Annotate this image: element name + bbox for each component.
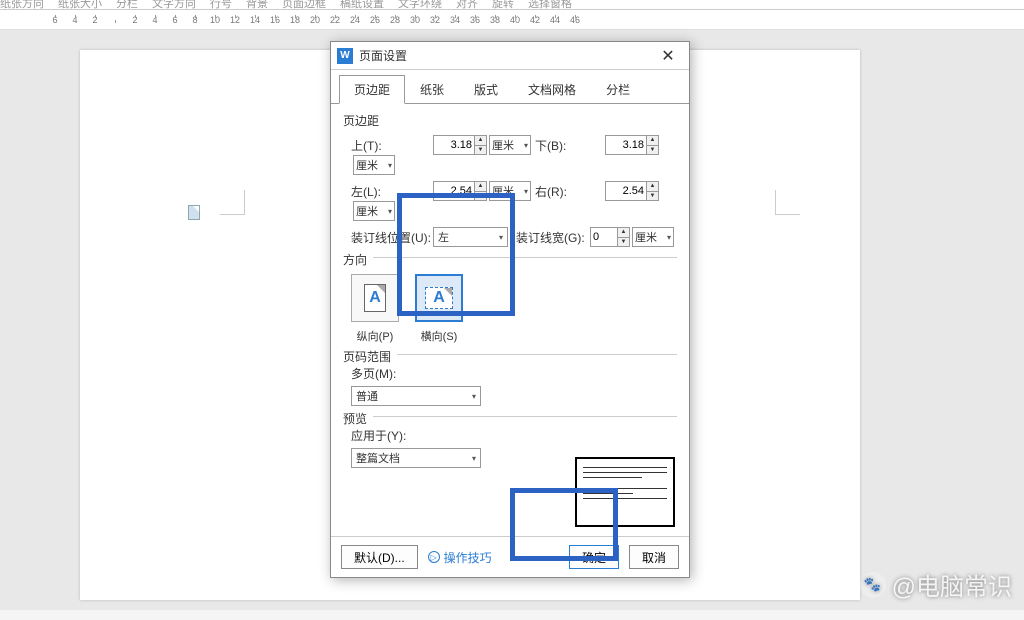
gutter-width-label: 装订线宽(G): bbox=[516, 229, 590, 246]
page-icon[interactable] bbox=[188, 205, 202, 221]
left-spinner[interactable]: ▲▼ bbox=[475, 181, 487, 201]
gutter-pos-select[interactable]: 左▾ bbox=[433, 227, 508, 247]
right-label: 右(R): bbox=[535, 183, 577, 200]
bottom-label: 下(B): bbox=[535, 137, 577, 154]
gutter-width-input[interactable] bbox=[590, 227, 618, 247]
preview-section-label: 预览 bbox=[343, 410, 373, 427]
orientation-section-label: 方向 bbox=[343, 251, 373, 268]
top-label: 上(T): bbox=[351, 137, 393, 154]
paw-icon: 🐾 bbox=[860, 572, 886, 598]
gutter-width-spinner[interactable]: ▲▼ bbox=[618, 227, 630, 247]
ok-button[interactable]: 确定 bbox=[569, 545, 619, 569]
orientation-landscape[interactable]: A 横向(S) bbox=[415, 274, 463, 344]
page-range-section-label: 页码范围 bbox=[343, 348, 397, 365]
bottom-spinner[interactable]: ▲▼ bbox=[647, 135, 659, 155]
tab-grid[interactable]: 文档网格 bbox=[513, 75, 591, 104]
orientation-portrait[interactable]: A 纵向(P) bbox=[351, 274, 399, 344]
right-unit-select[interactable]: 厘米▾ bbox=[353, 201, 395, 221]
top-unit-select[interactable]: 厘米▾ bbox=[489, 135, 531, 155]
tab-margins[interactable]: 页边距 bbox=[339, 75, 405, 104]
page-setup-dialog: W 页面设置 ✕ 页边距 纸张 版式 文档网格 分栏 页边距 上(T): ▲▼ … bbox=[330, 41, 690, 578]
multipage-select[interactable]: 普通▾ bbox=[351, 386, 481, 406]
apply-to-label: 应用于(Y): bbox=[351, 427, 677, 444]
default-button[interactable]: 默认(D)... bbox=[341, 545, 418, 569]
play-icon: ▷ bbox=[428, 551, 440, 563]
gutter-unit-select[interactable]: 厘米▾ bbox=[632, 227, 674, 247]
dialog-title: 页面设置 bbox=[359, 47, 653, 64]
tips-link[interactable]: ▷操作技巧 bbox=[428, 549, 492, 566]
right-input[interactable] bbox=[605, 181, 647, 201]
top-spinner[interactable]: ▲▼ bbox=[475, 135, 487, 155]
close-icon[interactable]: ✕ bbox=[653, 42, 683, 69]
cancel-button[interactable]: 取消 bbox=[629, 545, 679, 569]
apply-to-select[interactable]: 整篇文档▾ bbox=[351, 448, 481, 468]
tab-layout[interactable]: 版式 bbox=[459, 75, 513, 104]
gutter-pos-label: 装订线位置(U): bbox=[351, 229, 433, 246]
left-label: 左(L): bbox=[351, 183, 393, 200]
main-toolbar: 纸张方向纸张大小分栏文字方向行号背景页面边框稿纸设置文字环绕对齐旋转选择窗格 bbox=[0, 0, 1024, 10]
bottom-unit-select[interactable]: 厘米▾ bbox=[353, 155, 395, 175]
watermark: 🐾 @电脑常识 bbox=[860, 567, 1012, 602]
horizontal-ruler: 6422468101214161820222426283032343638404… bbox=[0, 10, 1024, 30]
margins-section-label: 页边距 bbox=[343, 112, 677, 129]
left-input[interactable] bbox=[433, 181, 475, 201]
top-input[interactable] bbox=[433, 135, 475, 155]
dialog-tabs: 页边距 纸张 版式 文档网格 分栏 bbox=[331, 70, 689, 104]
tab-columns[interactable]: 分栏 bbox=[591, 75, 645, 104]
right-spinner[interactable]: ▲▼ bbox=[647, 181, 659, 201]
app-icon: W bbox=[337, 48, 353, 64]
tab-paper[interactable]: 纸张 bbox=[405, 75, 459, 104]
multipage-label: 多页(M): bbox=[351, 365, 677, 382]
margin-corner-tr bbox=[775, 190, 800, 215]
left-unit-select[interactable]: 厘米▾ bbox=[489, 181, 531, 201]
dialog-titlebar[interactable]: W 页面设置 ✕ bbox=[331, 42, 689, 70]
preview-thumbnail bbox=[575, 457, 675, 527]
margin-corner-tl bbox=[220, 190, 245, 215]
bottom-input[interactable] bbox=[605, 135, 647, 155]
